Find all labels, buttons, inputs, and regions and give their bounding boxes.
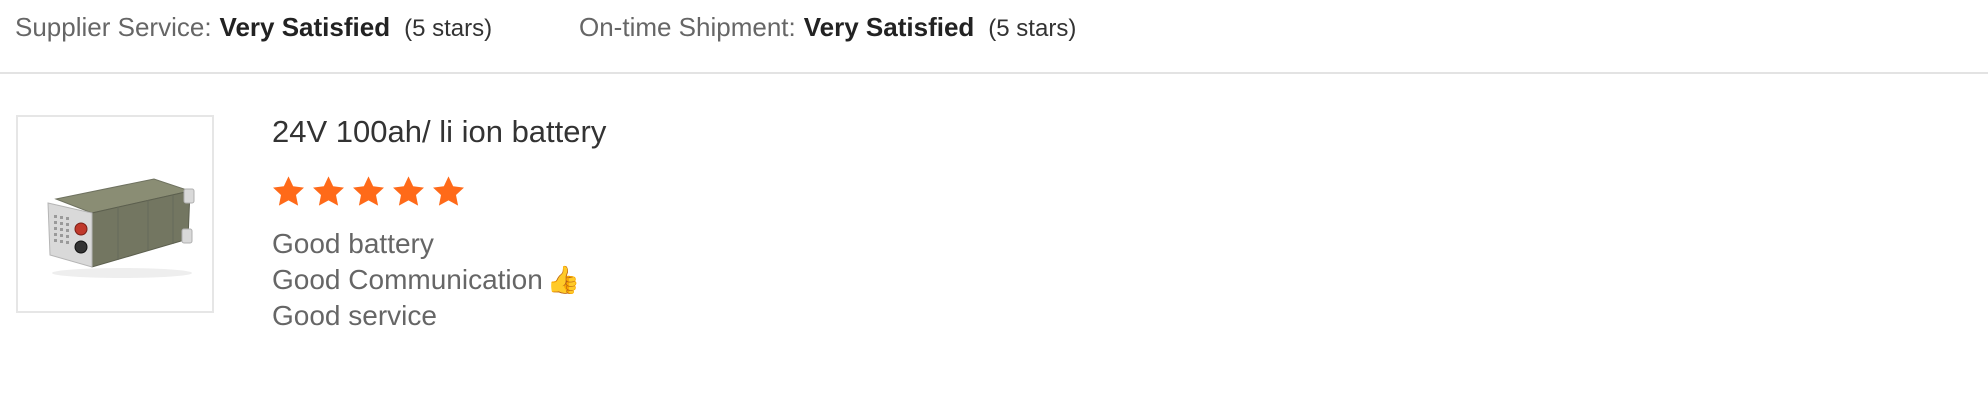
supplier-service-stars: (5 stars) (404, 15, 493, 42)
product-thumbnail[interactable] (16, 115, 214, 313)
review-comment: Good battery Good Communication 👍 Good se… (272, 226, 580, 334)
star-icon (390, 174, 427, 210)
comment-line-1: Good battery (272, 228, 434, 259)
supplier-service-label: Supplier Service: (15, 12, 212, 42)
rating-summary-bar: Supplier Service: Very Satisfied (5 stars)… (0, 0, 1988, 74)
comment-line-2-text: Good Communication (272, 264, 543, 295)
star-icon (270, 174, 307, 210)
supplier-service-rating: Supplier Service: Very Satisfied (5 stars) (15, 10, 492, 46)
battery-pack-icon (47, 178, 195, 278)
ontime-shipment-value: Very Satisfied (803, 12, 975, 42)
ontime-shipment-label: On-time Shipment: (579, 12, 796, 42)
ontime-shipment-stars: (5 stars) (988, 15, 1077, 42)
star-rating (270, 174, 467, 212)
thumbs-up-icon: 👍 (546, 265, 581, 295)
comment-line-2: Good Communication 👍 (272, 262, 580, 298)
review-card: 24V 100ah/ li ion battery Good battery G… (0, 74, 1988, 416)
ontime-shipment-rating: On-time Shipment: Very Satisfied (5 stars) (579, 10, 1076, 46)
comment-line-3: Good service (272, 300, 437, 331)
star-icon (310, 174, 347, 210)
star-icon (430, 174, 467, 210)
product-title[interactable]: 24V 100ah/ li ion battery (272, 112, 606, 152)
supplier-service-value: Very Satisfied (219, 12, 391, 42)
star-icon (350, 174, 387, 210)
